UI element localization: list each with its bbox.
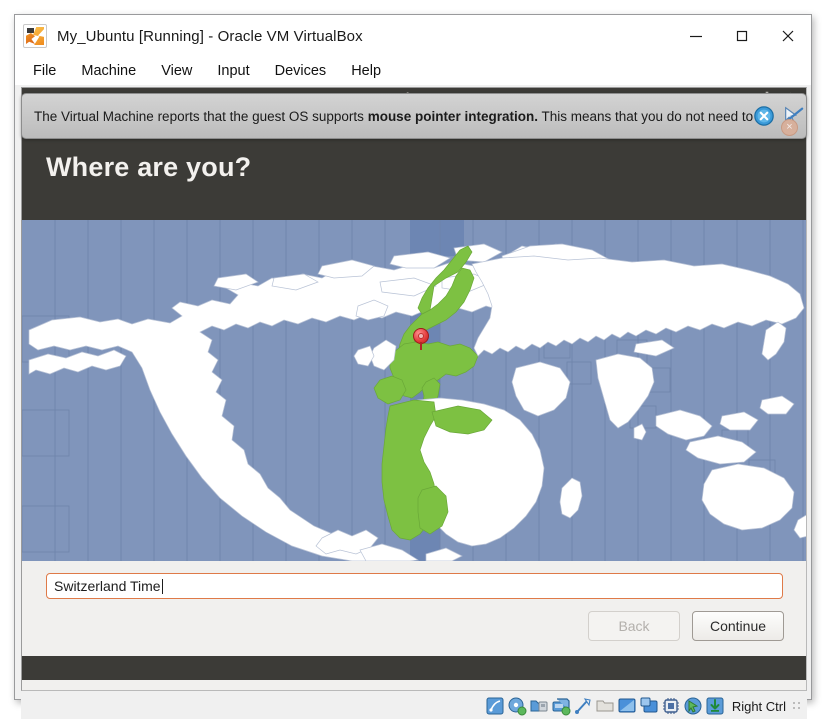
close-icon bbox=[782, 30, 794, 42]
menu-view[interactable]: View bbox=[161, 63, 192, 79]
notification-text-bold: mouse pointer integration. bbox=[367, 108, 538, 124]
back-button[interactable]: Back bbox=[588, 611, 680, 641]
window-controls bbox=[673, 15, 811, 57]
floppy-disk-icon[interactable] bbox=[529, 696, 549, 716]
shared-folder-icon[interactable] bbox=[595, 696, 615, 716]
hard-disk-icon[interactable] bbox=[485, 696, 505, 716]
notification-text-after: This means that you do not need to bbox=[537, 108, 754, 124]
timezone-input-value: Switzerland Time bbox=[54, 578, 161, 594]
virtualbox-statusbar: Right Ctrl bbox=[21, 693, 807, 719]
host-window-titlebar: My_Ubuntu [Running] - Oracle VM VirtualB… bbox=[15, 15, 811, 57]
mouse-integration-disable-icon[interactable] bbox=[753, 105, 775, 127]
notification-close-button[interactable]: × bbox=[781, 119, 798, 136]
installer-footer-bar bbox=[22, 656, 806, 680]
keyboard-icon[interactable] bbox=[705, 696, 725, 716]
usb-icon[interactable] bbox=[573, 696, 593, 716]
location-pin-icon bbox=[413, 328, 429, 350]
mouse-icon[interactable] bbox=[683, 696, 703, 716]
installer-button-row: Back Continue bbox=[588, 611, 784, 641]
host-key-label: Right Ctrl bbox=[731, 698, 786, 714]
timezone-map-svg: .land{fill:#ffffff;stroke:#b9c3d6;stroke… bbox=[22, 220, 806, 561]
menu-input[interactable]: Input bbox=[217, 63, 249, 79]
virtualization-icon[interactable] bbox=[661, 696, 681, 716]
mouse-integration-notification[interactable]: The Virtual Machine reports that the gue… bbox=[21, 93, 807, 139]
timezone-map[interactable]: .land{fill:#ffffff;stroke:#b9c3d6;stroke… bbox=[22, 220, 806, 561]
page-title: Where are you? bbox=[46, 152, 252, 182]
menubar: File Machine View Input Devices Help bbox=[15, 57, 811, 85]
optical-disk-icon[interactable] bbox=[507, 696, 527, 716]
host-window-title: My_Ubuntu [Running] - Oracle VM VirtualB… bbox=[57, 27, 363, 45]
video-capture-icon[interactable] bbox=[639, 696, 659, 716]
maximize-icon bbox=[736, 30, 748, 42]
network-icon[interactable] bbox=[551, 696, 571, 716]
close-button[interactable] bbox=[765, 15, 811, 57]
notification-text-before: The Virtual Machine reports that the gue… bbox=[34, 108, 368, 124]
minimize-button[interactable] bbox=[673, 15, 719, 57]
installer-controls: Switzerland Time Back Continue bbox=[22, 561, 806, 656]
virtualbox-icon bbox=[23, 24, 47, 48]
continue-button[interactable]: Continue bbox=[692, 611, 784, 641]
menu-help[interactable]: Help bbox=[351, 63, 381, 79]
text-caret bbox=[161, 578, 163, 594]
maximize-button[interactable] bbox=[719, 15, 765, 57]
resize-grip-icon[interactable] bbox=[792, 700, 803, 712]
virtualbox-window: My_Ubuntu [Running] - Oracle VM VirtualB… bbox=[14, 14, 812, 719]
menu-file[interactable]: File bbox=[33, 63, 56, 79]
minimize-icon bbox=[690, 35, 702, 38]
menu-devices[interactable]: Devices bbox=[275, 63, 327, 79]
statusbar-indicators bbox=[485, 696, 725, 716]
menu-machine[interactable]: Machine bbox=[81, 63, 136, 79]
display-icon[interactable] bbox=[617, 696, 637, 716]
timezone-input[interactable]: Switzerland Time bbox=[46, 573, 783, 599]
guest-screen[interactable]: Wed 10:30 Install Where are you? bbox=[21, 87, 807, 691]
notification-text: The Virtual Machine reports that the gue… bbox=[34, 109, 753, 124]
